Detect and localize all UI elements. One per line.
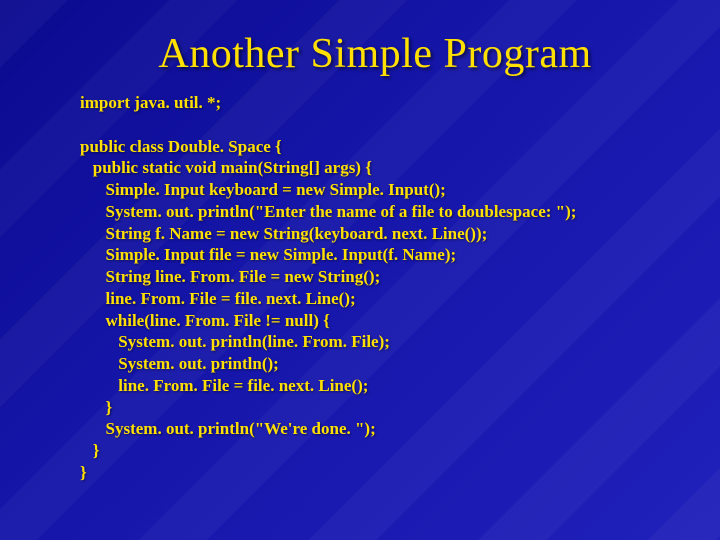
code-line: } — [80, 463, 87, 482]
code-line: System. out. println(line. From. File); — [80, 332, 390, 351]
code-line: Simple. Input file = new Simple. Input(f… — [80, 245, 456, 264]
slide-title: Another Simple Program — [80, 30, 670, 78]
code-line: while(line. From. File != null) { — [80, 311, 330, 330]
code-line: line. From. File = file. next. Line(); — [80, 376, 368, 395]
code-line: System. out. println(); — [80, 354, 279, 373]
code-line: System. out. println("Enter the name of … — [80, 202, 576, 221]
code-line: line. From. File = file. next. Line(); — [80, 289, 356, 308]
code-line: System. out. println("We're done. "); — [80, 419, 376, 438]
code-line: String f. Name = new String(keyboard. ne… — [80, 224, 487, 243]
code-line: import java. util. *; — [80, 93, 221, 112]
code-line: public static void main(String[] args) { — [80, 158, 372, 177]
code-line: } — [80, 398, 112, 417]
code-line: public class Double. Space { — [80, 137, 282, 156]
code-block: import java. util. *; public class Doubl… — [80, 92, 670, 484]
code-line: String line. From. File = new String(); — [80, 267, 380, 286]
slide-container: Another Simple Program import java. util… — [0, 0, 720, 540]
code-line: } — [80, 441, 99, 460]
code-line: Simple. Input keyboard = new Simple. Inp… — [80, 180, 446, 199]
